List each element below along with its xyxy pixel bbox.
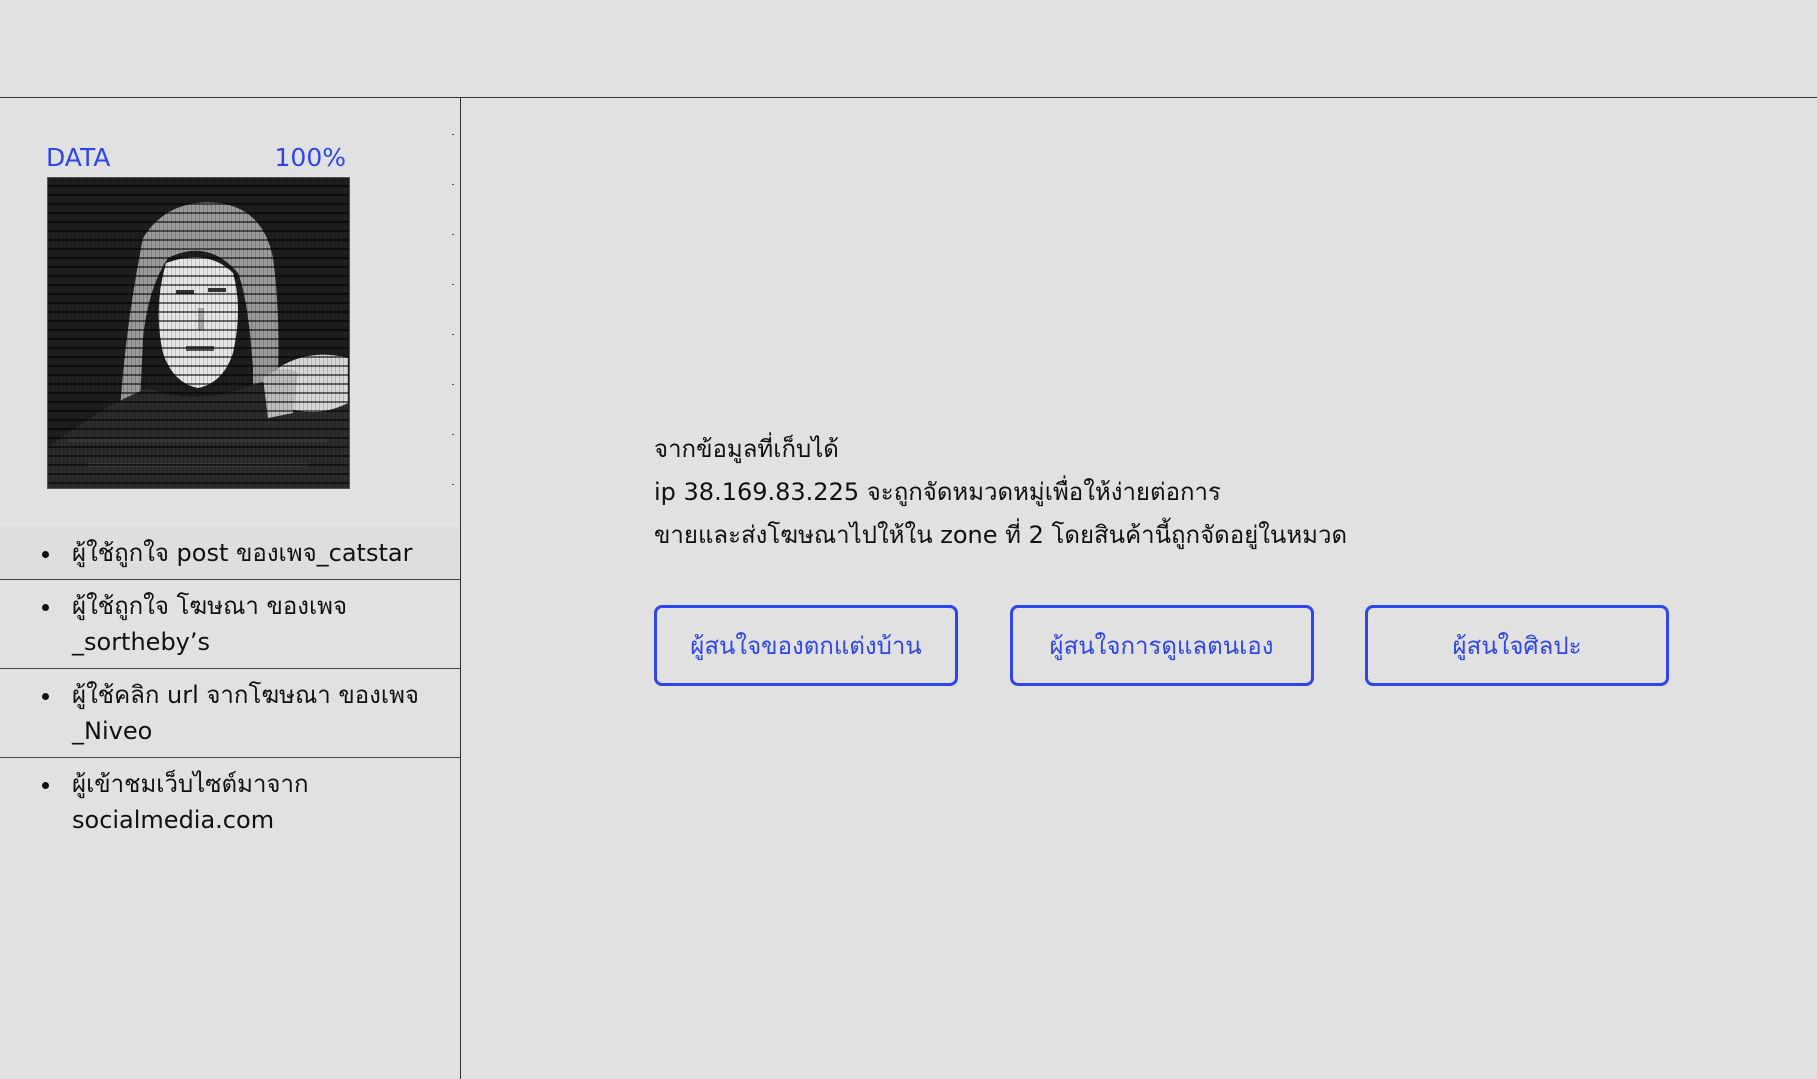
list-item-line: ผู้ใช้คลิก url จากโฆษณา ของเพจ <box>72 681 419 709</box>
person-portrait-icon <box>48 178 349 488</box>
list-item[interactable]: ผู้ใช้ถูกใจ โฆษณา ของเพจ _sortheby’s <box>0 580 460 669</box>
message-line: ip 38.169.83.225 จะถูกจัดหมวดหมู่เพื่อให… <box>654 478 1221 506</box>
list-item-line: socialmedia.com <box>72 806 275 834</box>
data-label: DATA <box>46 143 111 172</box>
list-item[interactable]: ผู้เข้าชมเว็บไซต์มาจาก socialmedia.com <box>0 758 460 846</box>
category-buttons: ผู้สนใจของตกแต่งบ้าน ผู้สนใจการดูแลตนเอง… <box>654 605 1669 686</box>
bullet-icon <box>42 693 49 700</box>
category-home-decor-button[interactable]: ผู้สนใจของตกแต่งบ้าน <box>654 605 958 686</box>
bullet-icon <box>42 604 49 611</box>
data-progress-value: 100% <box>274 143 346 172</box>
top-bar <box>0 0 1817 98</box>
message-line: ขายและส่งโฆษณาไปให้ใน zone ที่ 2 โดยสินค… <box>654 521 1348 549</box>
list-item-line: _Niveo <box>72 717 153 745</box>
classification-message: จากข้อมูลที่เก็บได้ ip 38.169.83.225 จะถ… <box>654 428 1347 557</box>
data-progress-header: DATA 100% <box>46 143 346 172</box>
list-item-line: ผู้เข้าชมเว็บไซต์มาจาก <box>72 770 309 798</box>
list-item[interactable]: ผู้ใช้ถูกใจ post ของเพจ_catstar <box>0 527 460 580</box>
category-self-care-button[interactable]: ผู้สนใจการดูแลตนเอง <box>1009 605 1314 686</box>
bullet-icon <box>42 551 49 558</box>
list-item-line: ผู้ใช้ถูกใจ โฆษณา ของเพจ <box>72 592 348 620</box>
category-art-button[interactable]: ผู้สนใจศิลปะ <box>1365 605 1669 686</box>
list-item[interactable]: ผู้ใช้คลิก url จากโฆษณา ของเพจ _Niveo <box>0 669 460 758</box>
bullet-icon <box>42 782 49 789</box>
message-line: จากข้อมูลที่เก็บได้ <box>654 435 839 463</box>
list-item-line: _sortheby’s <box>72 628 211 656</box>
interaction-list: ผู้ใช้ถูกใจ post ของเพจ_catstar ผู้ใช้ถู… <box>0 527 460 846</box>
list-item-line: ผู้ใช้ถูกใจ post ของเพจ_catstar <box>72 539 413 567</box>
portrait-image <box>47 177 350 489</box>
